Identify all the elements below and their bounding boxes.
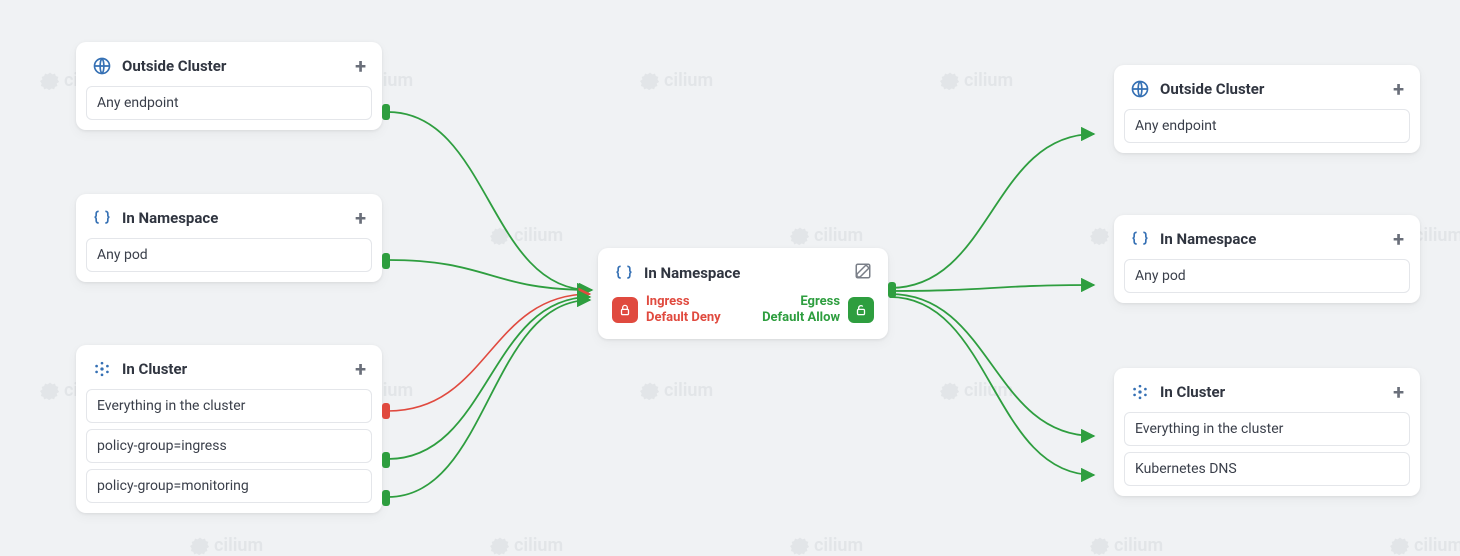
egress-sublabel: Default Allow [762,310,840,326]
card-title: Outside Cluster [122,57,345,75]
egress-badge: Egress Default Allow [762,294,874,327]
list-item[interactable]: policy-group=monitoring [86,469,372,503]
add-button[interactable]: + [1393,229,1404,249]
list-item[interactable]: Kubernetes DNS [1124,452,1410,486]
card-left-in-cluster: In Cluster + Everything in the cluster p… [76,345,382,513]
connector-nub [382,403,390,419]
card-left-in-namespace: In Namespace + Any pod [76,194,382,282]
diagram-canvas: ciliumciliumciliumciliumciliumciliumcili… [0,0,1460,545]
unlock-icon [848,297,874,323]
edit-icon[interactable] [854,262,872,284]
add-button[interactable]: + [355,359,366,379]
card-right-in-cluster: In Cluster + Everything in the cluster K… [1114,368,1420,496]
list-item[interactable]: Everything in the cluster [1124,412,1410,446]
lock-icon [612,297,638,323]
card-left-outside-cluster: Outside Cluster + Any endpoint [76,42,382,130]
braces-icon [92,208,112,228]
connector-nub [382,253,390,269]
card-title: In Namespace [1160,230,1383,248]
ingress-badge: Ingress Default Deny [612,294,721,327]
connector-nub [382,452,390,468]
connector-nub [382,104,390,120]
add-button[interactable]: + [1393,79,1404,99]
card-title: In Cluster [122,360,345,378]
ingress-sublabel: Default Deny [646,310,721,326]
list-item[interactable]: Everything in the cluster [86,389,372,423]
list-item[interactable]: policy-group=ingress [86,429,372,463]
cluster-icon [1130,382,1150,402]
card-title: In Namespace [644,264,844,282]
list-item[interactable]: Any endpoint [1124,109,1410,143]
card-title: Outside Cluster [1160,80,1383,98]
egress-label: Egress [800,294,840,310]
braces-icon [614,263,634,283]
list-item[interactable]: Any endpoint [86,86,372,120]
globe-icon [92,56,112,76]
card-center-in-namespace: In Namespace Ingress Default Deny [598,248,888,339]
braces-icon [1130,229,1150,249]
connector-nub [888,282,896,298]
card-title: In Namespace [122,209,345,227]
globe-icon [1130,79,1150,99]
card-right-in-namespace: In Namespace + Any pod [1114,215,1420,303]
connector-nub [382,490,390,506]
list-item[interactable]: Any pod [86,238,372,272]
list-item[interactable]: Any pod [1124,259,1410,293]
ingress-label: Ingress [646,294,721,310]
add-button[interactable]: + [1393,382,1404,402]
add-button[interactable]: + [355,208,366,228]
card-right-outside-cluster: Outside Cluster + Any endpoint [1114,65,1420,153]
cluster-icon [92,359,112,379]
card-title: In Cluster [1160,383,1383,401]
add-button[interactable]: + [355,56,366,76]
